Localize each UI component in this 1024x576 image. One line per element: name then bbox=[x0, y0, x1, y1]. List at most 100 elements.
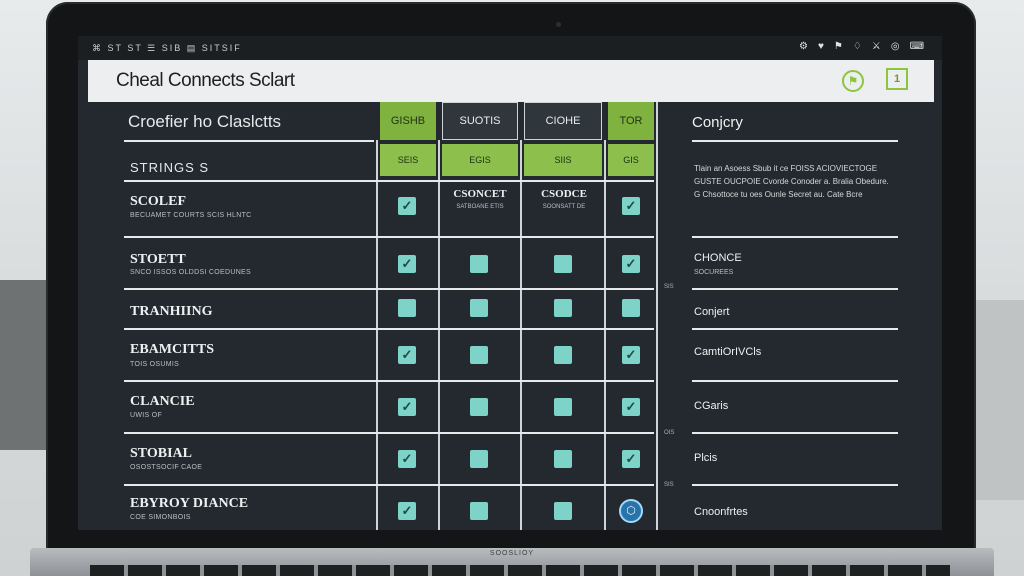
checkbox-r5-c3[interactable] bbox=[554, 398, 572, 416]
keyboard-icon[interactable]: ⌨ bbox=[910, 41, 924, 52]
column-subheader-2: EGIS bbox=[442, 144, 518, 176]
row-subtitle-1: BECUAMET COURTS SCIS HLNTC bbox=[130, 212, 252, 219]
row-title-6: STOBIAL bbox=[130, 446, 192, 461]
checkbox-r2-c2[interactable] bbox=[470, 255, 488, 273]
checkbox-r6-c2[interactable] bbox=[470, 450, 488, 468]
checkbox-r3-c2[interactable] bbox=[470, 299, 488, 317]
row-title-4: EBAMCITTS bbox=[130, 342, 215, 357]
cell-text-r1-c3: CSODCE bbox=[541, 188, 587, 200]
row-rule bbox=[124, 484, 654, 486]
column-subheader-4: GIS bbox=[608, 144, 654, 176]
cell-sub-r1-c3: SOONSATT DE bbox=[542, 204, 586, 210]
checkbox-r3-c1[interactable] bbox=[398, 299, 416, 317]
column-subheader-1: SEIS bbox=[380, 144, 436, 176]
checkbox-r6-c4[interactable]: ✓ bbox=[622, 450, 640, 468]
checkbox-r2-c1[interactable]: ✓ bbox=[398, 255, 416, 273]
row-title-5: CLANCIE bbox=[130, 394, 195, 409]
checkbox-r4-c2[interactable] bbox=[470, 346, 488, 364]
row-rule bbox=[124, 328, 654, 330]
row-title-7: EBYROY DIANCE bbox=[130, 496, 249, 511]
panel-rule bbox=[692, 484, 898, 486]
panel-rule bbox=[692, 140, 898, 142]
column-divider bbox=[520, 140, 522, 530]
side-mark: OIS bbox=[664, 430, 675, 436]
tools-icon[interactable]: ⚔ bbox=[872, 41, 881, 52]
right-item-2[interactable]: Conjert bbox=[694, 306, 729, 318]
grid-subheader-label: STRINGS S bbox=[130, 160, 210, 175]
checkbox-r7-c1[interactable]: ✓ bbox=[398, 502, 416, 520]
panel-divider bbox=[656, 102, 658, 530]
panel-rule bbox=[692, 380, 898, 382]
right-item-6[interactable]: Cnoonfrtes bbox=[694, 506, 748, 518]
panel-rule bbox=[692, 328, 898, 330]
app-header: Cheal Connects Sclart ⚑ 1 bbox=[88, 60, 934, 102]
right-panel-description: Tlain an Asoess Sbub it ce FOISS ACIOVIE… bbox=[694, 164, 889, 199]
right-panel-title: Conjcry bbox=[692, 114, 743, 131]
checkbox-r4-c3[interactable] bbox=[554, 346, 572, 364]
row-subtitle-5: UWIS OF bbox=[130, 412, 163, 419]
checkbox-r1-c4[interactable]: ✓ bbox=[622, 197, 640, 215]
row-rule bbox=[124, 140, 374, 142]
panel-rule bbox=[692, 236, 898, 238]
screen: ⌘ ST ST ☰ SIB ▤ SITSIF ⚙ ♥ ⚑ ♢ ⚔ ◎ ⌨ Che… bbox=[78, 36, 942, 530]
row-title-1: SCOLEF bbox=[130, 194, 187, 209]
column-header-2[interactable]: SUOTIS bbox=[442, 102, 518, 140]
checkbox-r2-c4[interactable]: ✓ bbox=[622, 255, 640, 273]
target-icon[interactable]: ◎ bbox=[891, 41, 900, 52]
row-rule bbox=[124, 180, 654, 182]
checkbox-r5-c2[interactable] bbox=[470, 398, 488, 416]
side-mark: SIS bbox=[664, 284, 674, 290]
checkbox-r6-c1[interactable]: ✓ bbox=[398, 450, 416, 468]
column-header-1[interactable]: GISHB bbox=[380, 102, 436, 140]
camera-icon bbox=[556, 22, 561, 27]
grid-title: Croefier ho Claslctts bbox=[128, 112, 282, 131]
side-mark: SIS bbox=[664, 482, 674, 488]
heart-icon[interactable]: ♥ bbox=[818, 41, 824, 52]
row-title-3: TRANHIING bbox=[130, 304, 213, 319]
panel-rule bbox=[692, 288, 898, 290]
checkbox-r7-c2[interactable] bbox=[470, 502, 488, 520]
column-header-3[interactable]: CIOHE bbox=[524, 102, 602, 140]
right-item-5[interactable]: Plcis bbox=[694, 452, 717, 464]
checkbox-r5-c1[interactable]: ✓ bbox=[398, 398, 416, 416]
shield-badge-icon[interactable]: ⬡ bbox=[619, 499, 643, 523]
keyboard-keys bbox=[90, 565, 950, 576]
column-divider bbox=[604, 140, 606, 530]
checkbox-r1-c1[interactable]: ✓ bbox=[398, 197, 416, 215]
right-item-1[interactable]: CHONCE bbox=[694, 252, 742, 264]
checkbox-r5-c4[interactable]: ✓ bbox=[622, 398, 640, 416]
right-item-4[interactable]: CGaris bbox=[694, 400, 728, 412]
right-item-1-sub: SOCUREES bbox=[694, 269, 734, 276]
os-menu-bar: ⌘ ST ST ☰ SIB ▤ SITSIF ⚙ ♥ ⚑ ♢ ⚔ ◎ ⌨ bbox=[78, 36, 942, 60]
checkbox-r4-c1[interactable]: ✓ bbox=[398, 346, 416, 364]
row-subtitle-6: OSOSTSOCIF CAOE bbox=[130, 464, 203, 471]
checkbox-r2-c3[interactable] bbox=[554, 255, 572, 273]
checkbox-r6-c3[interactable] bbox=[554, 450, 572, 468]
settings-icon[interactable]: ⚙ bbox=[799, 41, 808, 52]
panel-rule bbox=[692, 432, 898, 434]
checkbox-r7-c3[interactable] bbox=[554, 502, 572, 520]
right-item-3[interactable]: CamtiOrIVCls bbox=[694, 346, 761, 358]
notification-count-icon[interactable]: 1 bbox=[886, 68, 908, 90]
cell-sub-r1-c2: SATBOANE ETIS bbox=[456, 204, 504, 210]
column-subheader-3: SIIS bbox=[524, 144, 602, 176]
row-rule bbox=[124, 236, 654, 238]
app-title: Cheal Connects Sclart bbox=[116, 70, 295, 91]
row-subtitle-2: SNCO ISSOS OLDDSI COEDUNES bbox=[130, 269, 251, 276]
laptop-brand-label: SOOSLIOY bbox=[489, 550, 535, 557]
os-menu-items[interactable]: ⌘ ST ST ☰ SIB ▤ SITSIF bbox=[92, 43, 242, 54]
flag-icon[interactable]: ⚑ bbox=[834, 41, 843, 52]
diamond-icon[interactable]: ♢ bbox=[853, 41, 862, 52]
row-title-2: STOETT bbox=[130, 252, 186, 267]
row-rule bbox=[124, 288, 654, 290]
checkbox-r4-c4[interactable]: ✓ bbox=[622, 346, 640, 364]
row-subtitle-4: TOIS OSUMIS bbox=[130, 361, 180, 368]
os-status-icons: ⚙ ♥ ⚑ ♢ ⚔ ◎ ⌨ bbox=[799, 41, 924, 52]
row-rule bbox=[124, 432, 654, 434]
column-header-4[interactable]: TOR bbox=[608, 102, 654, 140]
checkbox-r3-c4[interactable] bbox=[622, 299, 640, 317]
checkbox-r3-c3[interactable] bbox=[554, 299, 572, 317]
cell-text-r1-c2: CSONCET bbox=[453, 188, 507, 200]
row-rule bbox=[124, 380, 654, 382]
flag-badge-icon[interactable]: ⚑ bbox=[842, 70, 864, 92]
